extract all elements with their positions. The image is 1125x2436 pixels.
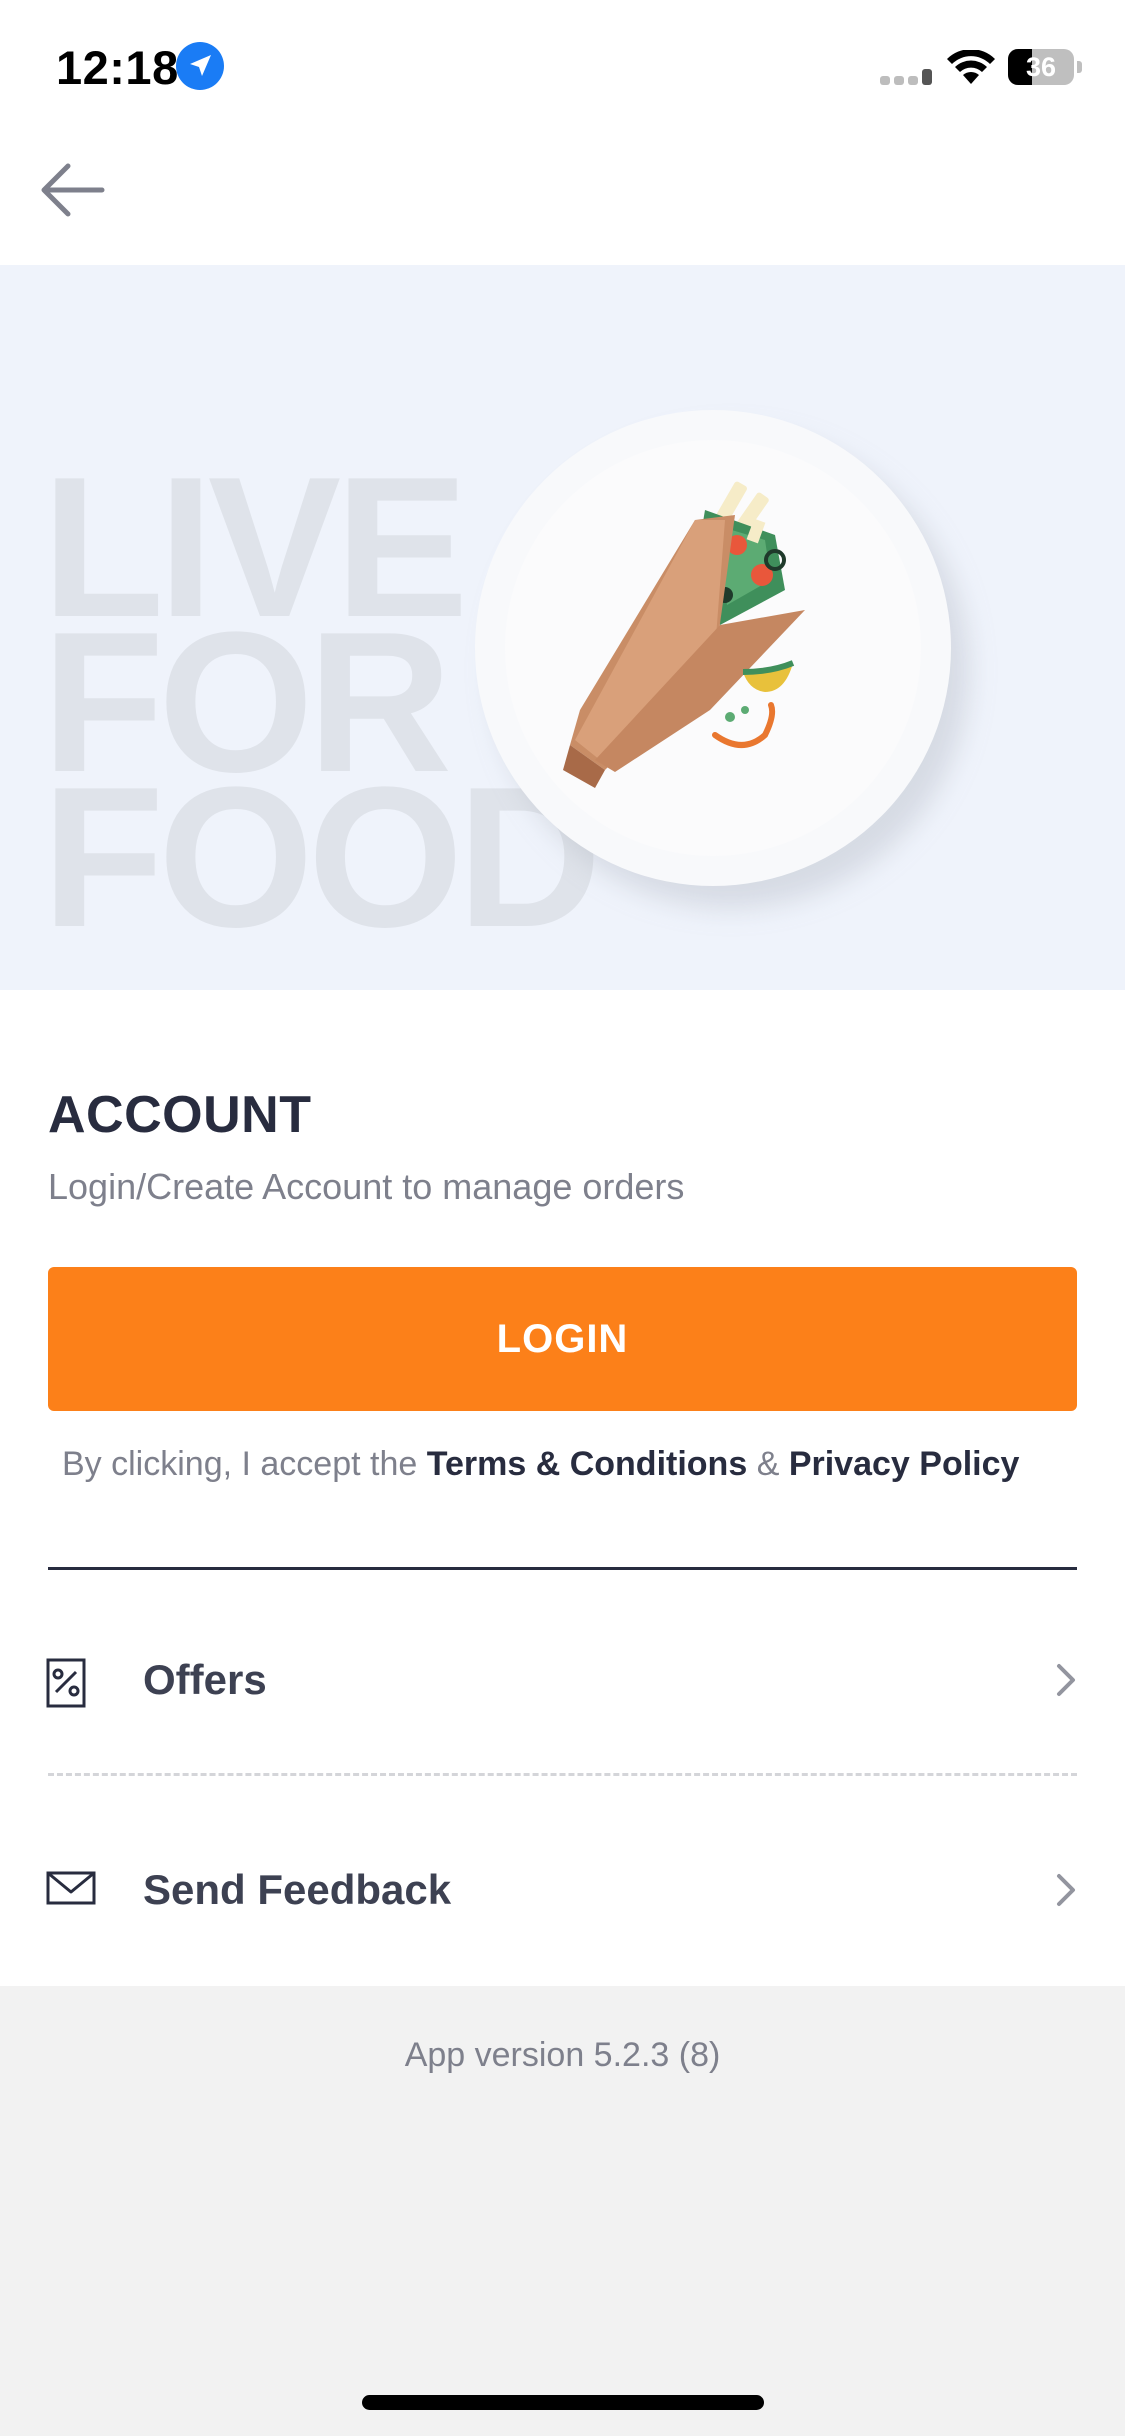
section-divider	[48, 1567, 1077, 1570]
privacy-policy-link[interactable]: Privacy Policy	[789, 1445, 1020, 1483]
status-bar: 12:18 36	[0, 0, 1125, 135]
chevron-right-icon	[1054, 1662, 1078, 1703]
terms-joiner: &	[756, 1445, 780, 1483]
back-button[interactable]	[36, 155, 112, 225]
offer-percent-icon	[46, 1658, 86, 1713]
menu-item-send-feedback[interactable]: Send Feedback	[0, 1830, 1125, 1950]
cellular-signal-icon	[880, 66, 936, 91]
arrow-left-icon	[41, 163, 105, 217]
terms-prefix: By clicking, I accept the	[62, 1445, 418, 1483]
account-title: ACCOUNT	[48, 1086, 312, 1144]
status-time: 12:18	[56, 41, 179, 94]
battery-nub	[1077, 61, 1082, 73]
menu-item-offers[interactable]: Offers	[0, 1620, 1125, 1740]
terms-conditions-link[interactable]: Terms & Conditions	[427, 1445, 748, 1483]
envelope-icon	[46, 1868, 96, 1913]
battery-icon: 36	[1008, 49, 1074, 85]
wrap-on-plate-illustration	[563, 481, 805, 788]
battery-percentage: 36	[1025, 52, 1057, 82]
chevron-right-icon	[1054, 1872, 1078, 1913]
footer: App version 5.2.3 (8)	[0, 1986, 1125, 2436]
wifi-icon	[946, 49, 996, 91]
hero-banner: LIVE FOR FOOD	[0, 265, 1125, 990]
location-arrow-icon	[176, 42, 224, 90]
menu-item-label: Send Feedback	[143, 1866, 452, 1913]
account-subtitle: Login/Create Account to manage orders	[48, 1166, 685, 1207]
home-indicator[interactable]	[362, 2395, 764, 2410]
terms-disclaimer: By clicking, I accept the Terms & Condit…	[62, 1445, 1019, 1484]
login-button[interactable]: LOGIN	[48, 1267, 1077, 1411]
app-version: App version 5.2.3 (8)	[404, 2036, 721, 2074]
menu-item-label: Offers	[143, 1656, 267, 1703]
menu-separator	[48, 1773, 1077, 1776]
